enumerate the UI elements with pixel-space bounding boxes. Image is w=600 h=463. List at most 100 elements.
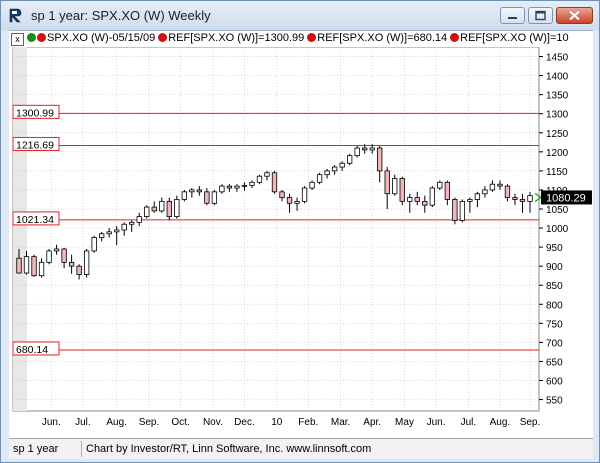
candle-body[interactable] <box>331 166 338 172</box>
candle-body[interactable] <box>204 191 210 204</box>
status-bar: sp 1 year Chart by Investor/RT, Linn Sof… <box>9 438 593 459</box>
window-title: sp 1 year: SPX.XO (W) Weekly <box>31 8 211 23</box>
maximize-icon <box>535 10 546 21</box>
candle-body[interactable] <box>482 189 488 195</box>
candle-body[interactable] <box>422 200 428 206</box>
candle-body[interactable] <box>144 206 150 218</box>
candle-body[interactable] <box>497 183 503 187</box>
candle-body[interactable] <box>136 216 142 223</box>
candle-body[interactable] <box>369 147 375 151</box>
candle-body[interactable] <box>444 181 450 200</box>
candle-body[interactable] <box>377 147 383 172</box>
candle-body[interactable] <box>339 162 345 168</box>
candle-body[interactable] <box>166 200 172 218</box>
candle-body[interactable] <box>129 221 135 225</box>
candle-body[interactable] <box>249 181 255 186</box>
close-box-icon[interactable]: x <box>11 33 24 46</box>
candle-body[interactable] <box>196 189 203 193</box>
ref-label[interactable]: REF[SPX.XO (W)]=680.14 <box>317 32 447 44</box>
candle-body[interactable] <box>234 185 240 189</box>
candle-body[interactable] <box>61 248 67 263</box>
candle-body[interactable] <box>467 199 473 202</box>
candle-body[interactable] <box>346 155 353 164</box>
candle-body[interactable] <box>151 206 157 212</box>
candle-body[interactable] <box>76 265 82 275</box>
close-button[interactable] <box>556 7 593 24</box>
candle-body[interactable] <box>106 231 112 235</box>
y-tick-label: 1000 <box>546 224 569 235</box>
candle-body[interactable] <box>23 256 30 274</box>
minimize-button[interactable] <box>500 7 525 24</box>
y-tick-label: 1350 <box>546 91 569 102</box>
candle-body[interactable] <box>121 223 127 231</box>
candle-body[interactable] <box>437 181 443 189</box>
reference-line-label: 680.14 <box>16 344 48 356</box>
symbol-label[interactable]: SPX.XO (W)-05/15/09 <box>47 32 155 44</box>
candle-body[interactable] <box>294 200 300 204</box>
y-tick-label: 1150 <box>546 167 568 178</box>
candle-body[interactable] <box>83 250 90 275</box>
candle-body[interactable] <box>211 191 218 204</box>
candle-body[interactable] <box>53 248 60 252</box>
candle-body[interactable] <box>241 184 248 187</box>
candle-body[interactable] <box>226 185 233 189</box>
status-divider <box>81 441 82 457</box>
x-tick-label: Jul. <box>461 417 477 428</box>
candle-body[interactable] <box>414 197 420 202</box>
candle-body[interactable] <box>99 233 105 238</box>
candle-body[interactable] <box>46 250 52 263</box>
x-tick-label: Apr. <box>363 417 381 428</box>
candle-body[interactable] <box>512 197 518 200</box>
candle-body[interactable] <box>38 261 45 277</box>
candle-body[interactable] <box>114 229 120 233</box>
candle-body[interactable] <box>271 172 278 193</box>
candle-body[interactable] <box>527 195 533 202</box>
status-credit: Chart by Investor/RT, Linn Software, Inc… <box>86 443 372 455</box>
candle-body[interactable] <box>324 170 330 176</box>
candle-body[interactable] <box>384 170 390 195</box>
candle-body[interactable] <box>189 189 195 193</box>
y-tick-label: 1450 <box>546 53 569 64</box>
candle-body[interactable] <box>504 185 511 198</box>
candle-body[interactable] <box>256 175 263 183</box>
candle-body[interactable] <box>279 191 285 198</box>
x-tick-label: Jun. <box>42 417 61 428</box>
candle-body[interactable] <box>309 181 315 189</box>
plot-area[interactable] <box>12 47 540 412</box>
y-tick-label: 650 <box>546 357 563 368</box>
status-chart-name: sp 1 year <box>13 443 59 455</box>
ref-label[interactable]: REF[SPX.XO (W)]=1300.99 <box>168 32 304 44</box>
candle-body[interactable] <box>362 147 368 151</box>
ref-label[interactable]: REF[SPX.XO (W)]=10 <box>460 32 569 44</box>
candle-body[interactable] <box>219 185 225 193</box>
candle-body[interactable] <box>354 147 360 157</box>
candle-body[interactable] <box>519 199 526 202</box>
candle-body[interactable] <box>181 191 187 200</box>
maximize-button[interactable] <box>528 7 553 24</box>
candle-body[interactable] <box>429 187 435 206</box>
price-chart[interactable]: 5506006507007508008509009501000105011001… <box>9 47 593 438</box>
candle-body[interactable] <box>91 237 97 252</box>
candle-body[interactable] <box>392 178 398 195</box>
candle-body[interactable] <box>31 256 37 277</box>
candle-body[interactable] <box>489 183 496 191</box>
x-tick-label: Jul. <box>75 417 91 428</box>
candle-body[interactable] <box>452 199 458 221</box>
x-tick-label: Mar. <box>331 417 350 428</box>
candle-body[interactable] <box>316 174 323 183</box>
candle-body[interactable] <box>159 200 165 212</box>
title-bar[interactable]: sp 1 year: SPX.XO (W) Weekly <box>1 1 599 30</box>
candle-body[interactable] <box>474 193 481 200</box>
candle-body[interactable] <box>68 261 75 267</box>
candle-body[interactable] <box>286 197 293 204</box>
candle-body[interactable] <box>399 178 405 202</box>
candle-body[interactable] <box>16 257 22 274</box>
x-tick-label: Dec. <box>234 417 255 428</box>
candle-body[interactable] <box>264 172 270 177</box>
candle-body[interactable] <box>407 197 413 202</box>
candle-body[interactable] <box>174 199 180 218</box>
candle-body[interactable] <box>459 200 466 221</box>
x-tick-label: Sep. <box>139 417 160 428</box>
y-tick-label: 950 <box>546 243 563 254</box>
candle-body[interactable] <box>301 187 308 202</box>
